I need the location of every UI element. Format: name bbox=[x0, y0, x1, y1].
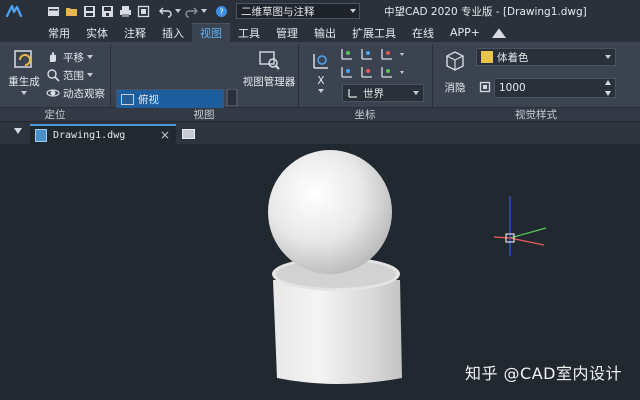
redo-icon[interactable] bbox=[182, 0, 200, 22]
world-ucs-icon bbox=[348, 89, 357, 98]
pan-button[interactable]: 平移 bbox=[46, 49, 93, 65]
spinner[interactable] bbox=[603, 80, 613, 96]
orbit-label: 动态观察 bbox=[63, 87, 105, 100]
save-as-icon[interactable] bbox=[98, 0, 116, 22]
tab-extensions[interactable]: 扩展工具 bbox=[344, 23, 404, 42]
panel-label-visual-style: 视觉样式 bbox=[515, 109, 557, 121]
transparency-input[interactable]: 1000 bbox=[494, 78, 616, 98]
pan-dropdown-icon bbox=[87, 55, 93, 59]
tab-manage[interactable]: 管理 bbox=[268, 23, 306, 42]
app-logo-icon[interactable] bbox=[0, 0, 28, 22]
spin-up-icon[interactable] bbox=[605, 80, 611, 85]
cylinder-solid[interactable] bbox=[272, 257, 402, 384]
panel-label-locate: 定位 bbox=[44, 109, 66, 121]
undo-dropdown-icon[interactable] bbox=[174, 0, 182, 22]
ucs-value: 世界 bbox=[363, 87, 384, 100]
view-item-label: 俯视 bbox=[138, 93, 159, 106]
visual-style-combo[interactable]: 体着色 bbox=[476, 48, 616, 66]
tab-insert[interactable]: 插入 bbox=[154, 23, 192, 42]
tab-online[interactable]: 在线 bbox=[404, 23, 442, 42]
ribbon-tabs: 常用 实体 注释 插入 视图 工具 管理 输出 扩展工具 在线 APP+ bbox=[0, 22, 640, 42]
pan-icon bbox=[50, 52, 56, 62]
sphere-solid[interactable] bbox=[268, 150, 392, 274]
open-file-icon[interactable] bbox=[62, 0, 80, 22]
hide-icon bbox=[446, 51, 464, 71]
tab-list-dropdown-icon[interactable] bbox=[14, 128, 22, 134]
zoom-extents-button[interactable]: 范围 bbox=[46, 67, 93, 83]
orbit-icon bbox=[46, 89, 60, 97]
pan-label: 平移 bbox=[63, 51, 84, 64]
help-icon[interactable]: ? bbox=[212, 0, 230, 22]
chevron-down-icon bbox=[411, 85, 421, 101]
regen-icon bbox=[14, 50, 32, 68]
panel-label-view: 视图 bbox=[193, 109, 215, 121]
tab-solid[interactable]: 实体 bbox=[78, 23, 116, 42]
zoom-extents-label: 范围 bbox=[63, 69, 84, 82]
panel-label-coords: 坐标 bbox=[354, 109, 376, 121]
regen-dropdown-icon[interactable] bbox=[21, 91, 27, 95]
x-axis-label: X bbox=[317, 75, 325, 87]
tab-view[interactable]: 视图 bbox=[192, 23, 230, 42]
window-title: 中望CAD 2020 专业版 - [Drawing1.dwg] bbox=[384, 5, 587, 18]
view-manager-button[interactable]: 视图管理器 bbox=[242, 48, 296, 89]
spin-down-icon[interactable] bbox=[605, 91, 611, 96]
chevron-down-icon bbox=[603, 49, 613, 65]
redo-dropdown-icon[interactable] bbox=[200, 0, 208, 22]
ucs-tools-grid[interactable] bbox=[340, 47, 412, 83]
view-item-top[interactable]: 俯视 bbox=[117, 90, 223, 108]
shaded-style-icon bbox=[481, 51, 493, 63]
hide-label: 消隐 bbox=[444, 82, 466, 94]
view-manager-icon bbox=[259, 51, 280, 70]
transparency-icon bbox=[479, 81, 491, 93]
watermark-text: 知乎 @CAD室内设计 bbox=[464, 364, 622, 383]
hide-button[interactable]: 消隐 bbox=[440, 50, 470, 95]
zoom-dropdown-icon bbox=[87, 73, 93, 77]
ucs-axes-icon bbox=[493, 196, 547, 256]
ribbon-panel: 重生成 平移 范围 动态观察 俯视 仰视 左视 bbox=[0, 42, 640, 145]
document-tab-bar: Drawing1.dwg × bbox=[0, 122, 640, 144]
drawing-canvas[interactable]: 知乎 @CAD室内设计 bbox=[0, 144, 640, 400]
view-manager-label: 视图管理器 bbox=[242, 76, 296, 88]
chevron-down-icon bbox=[350, 9, 356, 13]
document-tab[interactable]: Drawing1.dwg × bbox=[30, 124, 176, 144]
undo-icon[interactable] bbox=[156, 0, 174, 22]
regen-label: 重生成 bbox=[8, 76, 40, 88]
print-icon[interactable] bbox=[116, 0, 134, 22]
save-icon[interactable] bbox=[80, 0, 98, 22]
ucs-button[interactable]: X bbox=[308, 50, 334, 93]
orbit-button[interactable]: 动态观察 bbox=[46, 85, 105, 101]
title-bar: ? 二维草图与注释 中望CAD 2020 专业版 - [Drawing1.dwg… bbox=[0, 0, 640, 22]
tab-output[interactable]: 输出 bbox=[306, 23, 344, 42]
svg-text:?: ? bbox=[219, 7, 223, 16]
regen-button[interactable]: 重生成 bbox=[6, 48, 42, 95]
visual-style-value: 体着色 bbox=[497, 51, 529, 64]
tab-home[interactable]: 常用 bbox=[40, 23, 78, 42]
ucs-dropdown-icon bbox=[318, 89, 324, 93]
workspace-label: 二维草图与注释 bbox=[241, 5, 315, 18]
close-icon[interactable]: × bbox=[160, 128, 170, 142]
ribbon-minimize-icon[interactable] bbox=[492, 28, 507, 38]
ucs-combo[interactable]: 世界 bbox=[342, 84, 424, 102]
new-file-icon[interactable] bbox=[44, 0, 62, 22]
top-view-icon bbox=[121, 93, 134, 105]
ribbon-panel-labels: 定位 视图 坐标 视觉样式 bbox=[0, 108, 640, 122]
ucs-icon bbox=[313, 54, 328, 69]
transparency-value: 1000 bbox=[499, 82, 526, 94]
document-tab-name: Drawing1.dwg bbox=[53, 129, 126, 141]
dwg-file-icon bbox=[35, 128, 47, 142]
zoom-icon bbox=[47, 69, 60, 82]
new-tab-icon[interactable] bbox=[182, 129, 195, 139]
tab-tools[interactable]: 工具 bbox=[230, 23, 268, 42]
arrow-up-icon bbox=[227, 89, 237, 106]
plot-preview-icon[interactable] bbox=[134, 0, 152, 22]
tab-annotate[interactable]: 注释 bbox=[116, 23, 154, 42]
scroll-up-button[interactable] bbox=[226, 89, 238, 106]
workspace-selector[interactable]: 二维草图与注释 bbox=[236, 3, 360, 19]
tab-app-plus[interactable]: APP+ bbox=[442, 23, 488, 42]
